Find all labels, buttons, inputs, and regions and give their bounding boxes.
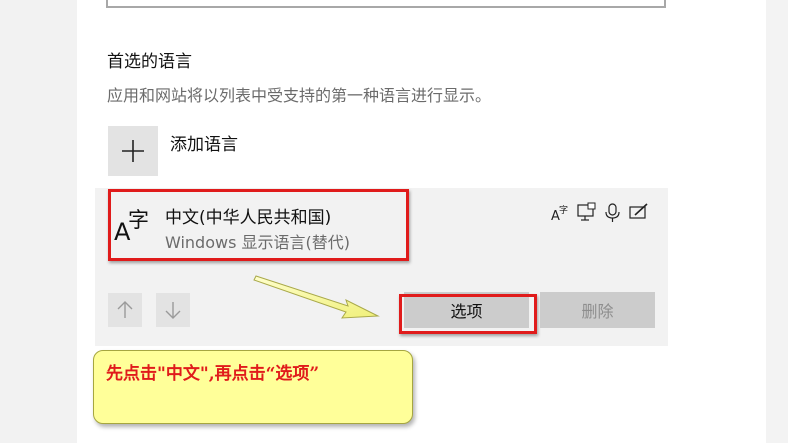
left-nav-pane xyxy=(0,0,77,443)
highlight-box-options xyxy=(399,294,537,334)
scrollbar-track[interactable] xyxy=(766,0,788,443)
previous-field-bottom-edge xyxy=(106,0,666,8)
highlight-box-language xyxy=(108,189,409,261)
svg-text:字: 字 xyxy=(559,204,568,216)
move-down-button[interactable] xyxy=(156,293,190,327)
annotation-arrow xyxy=(253,275,380,319)
display-language-icon xyxy=(577,202,596,221)
add-language-button[interactable] xyxy=(108,126,158,176)
annotation-note: 先点击"中文",再点击“选项” xyxy=(93,350,413,424)
add-language-label[interactable]: 添加语言 xyxy=(170,130,238,155)
settings-page: 首选的语言 应用和网站将以列表中受支持的第一种语言进行显示。 添加语言 A 字 … xyxy=(0,0,788,443)
language-feature-icons: A 字 xyxy=(550,202,660,224)
language-pack-icon: A 字 xyxy=(551,204,568,224)
plus-icon xyxy=(122,140,144,162)
section-title: 首选的语言 xyxy=(107,52,192,72)
handwriting-icon xyxy=(629,203,648,219)
arrow-down-icon xyxy=(165,302,181,319)
remove-button[interactable]: 删除 xyxy=(540,292,655,328)
move-up-button[interactable] xyxy=(108,293,142,327)
arrow-up-icon xyxy=(117,301,133,318)
speech-icon xyxy=(605,203,620,222)
annotation-text: 先点击"中文",再点击“选项” xyxy=(106,364,320,384)
section-description: 应用和网站将以列表中受支持的第一种语言进行显示。 xyxy=(107,86,492,105)
